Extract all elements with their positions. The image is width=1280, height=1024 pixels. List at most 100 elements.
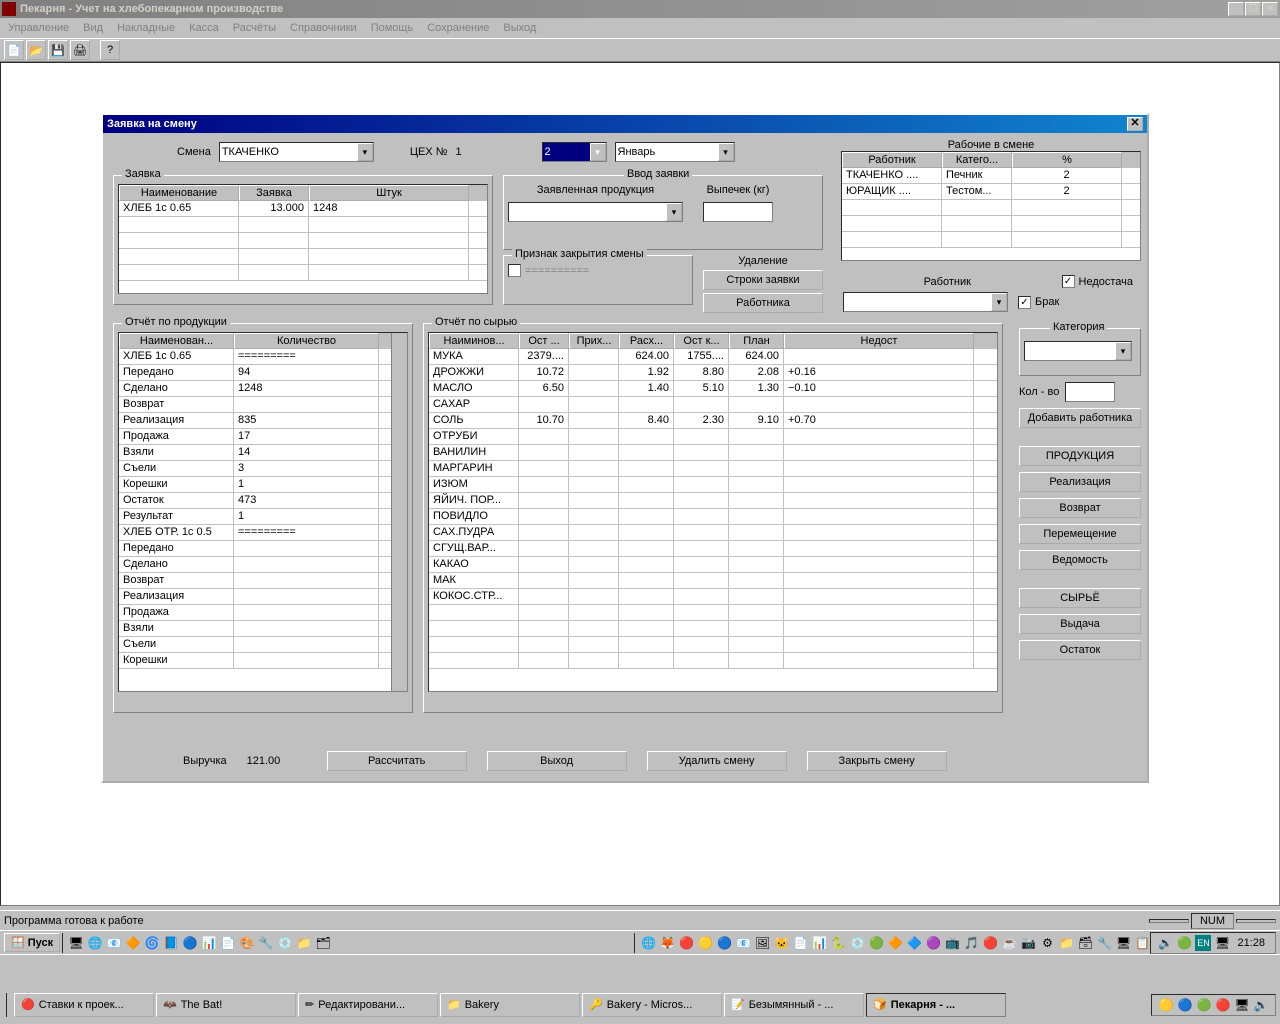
help-icon[interactable]: ? xyxy=(100,40,120,60)
open-icon[interactable]: 📂 xyxy=(26,40,46,60)
chevron-down-icon[interactable] xyxy=(1115,342,1131,360)
table-row[interactable]: Возврат xyxy=(119,573,407,589)
vozvrat-button[interactable]: Возврат xyxy=(1019,498,1141,518)
nedostacha-checkbox[interactable]: ✓ xyxy=(1062,275,1075,288)
menu-pomosh[interactable]: Помощь xyxy=(371,22,414,34)
rasschitat-button[interactable]: Рассчитать xyxy=(327,751,467,771)
udalit-smenu-button[interactable]: Удалить смену xyxy=(647,751,787,771)
table-row[interactable] xyxy=(119,249,487,265)
systray-icon[interactable]: 🔴 xyxy=(1215,997,1231,1013)
table-row[interactable]: ДРОЖЖИ10.721.928.802.08+0.16 xyxy=(429,365,997,381)
tray-icon[interactable]: 🟣 xyxy=(925,935,941,951)
menu-sohranenie[interactable]: Сохранение xyxy=(427,22,489,34)
app-icon[interactable]: 📊 xyxy=(201,935,217,951)
table-row[interactable]: МАРГАРИН xyxy=(429,461,997,477)
table-row[interactable]: Корешки1 xyxy=(119,477,407,493)
tray-icon[interactable]: 📄 xyxy=(792,935,808,951)
table-row[interactable]: ВАНИЛИН xyxy=(429,445,997,461)
tray-icon[interactable]: 📋 xyxy=(1134,935,1150,951)
table-row[interactable]: МАСЛО6.501.405.101.30−0.10 xyxy=(429,381,997,397)
chevron-down-icon[interactable] xyxy=(666,203,682,221)
month-combo[interactable]: Январь xyxy=(615,142,735,162)
tray-icon[interactable]: ☕ xyxy=(1001,935,1017,951)
table-row[interactable]: ХЛЕБ ОТР. 1с 0.5========= xyxy=(119,525,407,541)
table-row[interactable]: Продажа17 xyxy=(119,429,407,445)
table-row[interactable] xyxy=(429,621,997,637)
table-row[interactable]: ЮРАЩИК ....Тестом...2 xyxy=(842,184,1140,200)
table-row[interactable]: Остаток473 xyxy=(119,493,407,509)
tray-icon[interactable]: 📁 xyxy=(1058,935,1074,951)
realizacia-button[interactable]: Реализация xyxy=(1019,472,1141,492)
chevron-down-icon[interactable] xyxy=(357,143,373,161)
systray-icon[interactable]: 🟢 xyxy=(1196,997,1212,1013)
table-row[interactable]: Результат1 xyxy=(119,509,407,525)
otchet-prod-grid[interactable]: Наименован... Количество ХЛЕБ 1с 0.65===… xyxy=(118,332,408,692)
table-row[interactable]: ИЗЮМ xyxy=(429,477,997,493)
chevron-down-icon[interactable] xyxy=(590,143,606,161)
priznak-checkbox[interactable] xyxy=(508,264,521,277)
systray-icon[interactable]: 🖥 xyxy=(1234,997,1250,1013)
ostatok-button[interactable]: Остаток xyxy=(1019,640,1141,660)
close-button[interactable]: ✕ xyxy=(1262,2,1278,16)
table-row[interactable]: ТКАЧЕНКО ....Печник2 xyxy=(842,168,1140,184)
new-icon[interactable]: 📄 xyxy=(4,40,24,60)
task-button[interactable]: 📁Bakery xyxy=(440,993,580,1017)
smena-combo[interactable]: ТКАЧЕНКО xyxy=(219,142,374,162)
table-row[interactable]: Передано xyxy=(119,541,407,557)
table-row[interactable]: МАК xyxy=(429,573,997,589)
task-button-active[interactable]: 🍞Пекарня - ... xyxy=(866,993,1006,1017)
clock[interactable]: 21:28 xyxy=(1233,937,1269,949)
vedomost-button[interactable]: Ведомость xyxy=(1019,550,1141,570)
tray-icon[interactable]: 🗃 xyxy=(1077,935,1093,951)
table-row[interactable]: КАКАО xyxy=(429,557,997,573)
systray-icon[interactable]: 🔵 xyxy=(1177,997,1193,1013)
systray-icon[interactable]: 🟢 xyxy=(1176,935,1192,951)
app-icon[interactable]: 📁 xyxy=(296,935,312,951)
table-row[interactable] xyxy=(119,233,487,249)
tray-icon[interactable]: 🖼 xyxy=(754,935,770,951)
table-row[interactable]: СГУЩ.ВАР... xyxy=(429,541,997,557)
table-row[interactable] xyxy=(842,200,1140,216)
tray-icon[interactable]: 🔷 xyxy=(906,935,922,951)
vvod-vypech-input[interactable] xyxy=(703,202,773,222)
table-row[interactable]: Реализация xyxy=(119,589,407,605)
outlook-icon[interactable]: 📧 xyxy=(106,935,122,951)
rabotnika-button[interactable]: Работника xyxy=(703,293,823,313)
table-row[interactable]: Съели3 xyxy=(119,461,407,477)
table-row[interactable] xyxy=(842,232,1140,248)
tray-icon[interactable]: 🔧 xyxy=(1096,935,1112,951)
dialog-titlebar[interactable]: Заявка на смену ✕ xyxy=(103,115,1147,133)
table-row[interactable] xyxy=(429,605,997,621)
tray-icon[interactable]: 🌐 xyxy=(640,935,656,951)
table-row[interactable]: Передано94 xyxy=(119,365,407,381)
dialog-close-button[interactable]: ✕ xyxy=(1127,117,1143,131)
table-row[interactable]: КОКОС.СТР... xyxy=(429,589,997,605)
chevron-down-icon[interactable] xyxy=(718,143,734,161)
table-row[interactable] xyxy=(119,217,487,233)
zayavka-grid[interactable]: Наименование Заявка Штук ХЛЕБ 1с 0.6513.… xyxy=(118,184,488,294)
app-icon[interactable]: 🗂 xyxy=(315,935,331,951)
app-icon[interactable]: 📘 xyxy=(163,935,179,951)
app-icon[interactable]: 🔧 xyxy=(258,935,274,951)
day-combo[interactable]: 2 xyxy=(542,142,607,162)
task-button[interactable]: ✏Редактировани... xyxy=(298,993,438,1017)
tray-icon[interactable]: 📺 xyxy=(944,935,960,951)
menu-vid[interactable]: Вид xyxy=(83,22,103,34)
app-icon[interactable]: 📄 xyxy=(220,935,236,951)
table-row[interactable] xyxy=(119,265,487,281)
rabotnik-combo[interactable] xyxy=(843,292,1008,312)
vydacha-button[interactable]: Выдача xyxy=(1019,614,1141,634)
app-icon[interactable]: 🔵 xyxy=(182,935,198,951)
maximize-button[interactable]: ❐ xyxy=(1245,2,1261,16)
produkcia-button[interactable]: ПРОДУКЦИЯ xyxy=(1019,446,1141,466)
tray-icon[interactable]: 🔶 xyxy=(887,935,903,951)
syrye-button[interactable]: СЫРЬЁ xyxy=(1019,588,1141,608)
menu-kassa[interactable]: Касса xyxy=(189,22,219,34)
table-row[interactable] xyxy=(429,637,997,653)
table-row[interactable]: ПОВИДЛО xyxy=(429,509,997,525)
vvod-prod-combo[interactable] xyxy=(508,202,683,222)
table-row[interactable]: Возврат xyxy=(119,397,407,413)
table-row[interactable]: ЯЙИЧ. ПОР... xyxy=(429,493,997,509)
table-row[interactable]: Взяли xyxy=(119,621,407,637)
table-row[interactable]: САХАР xyxy=(429,397,997,413)
